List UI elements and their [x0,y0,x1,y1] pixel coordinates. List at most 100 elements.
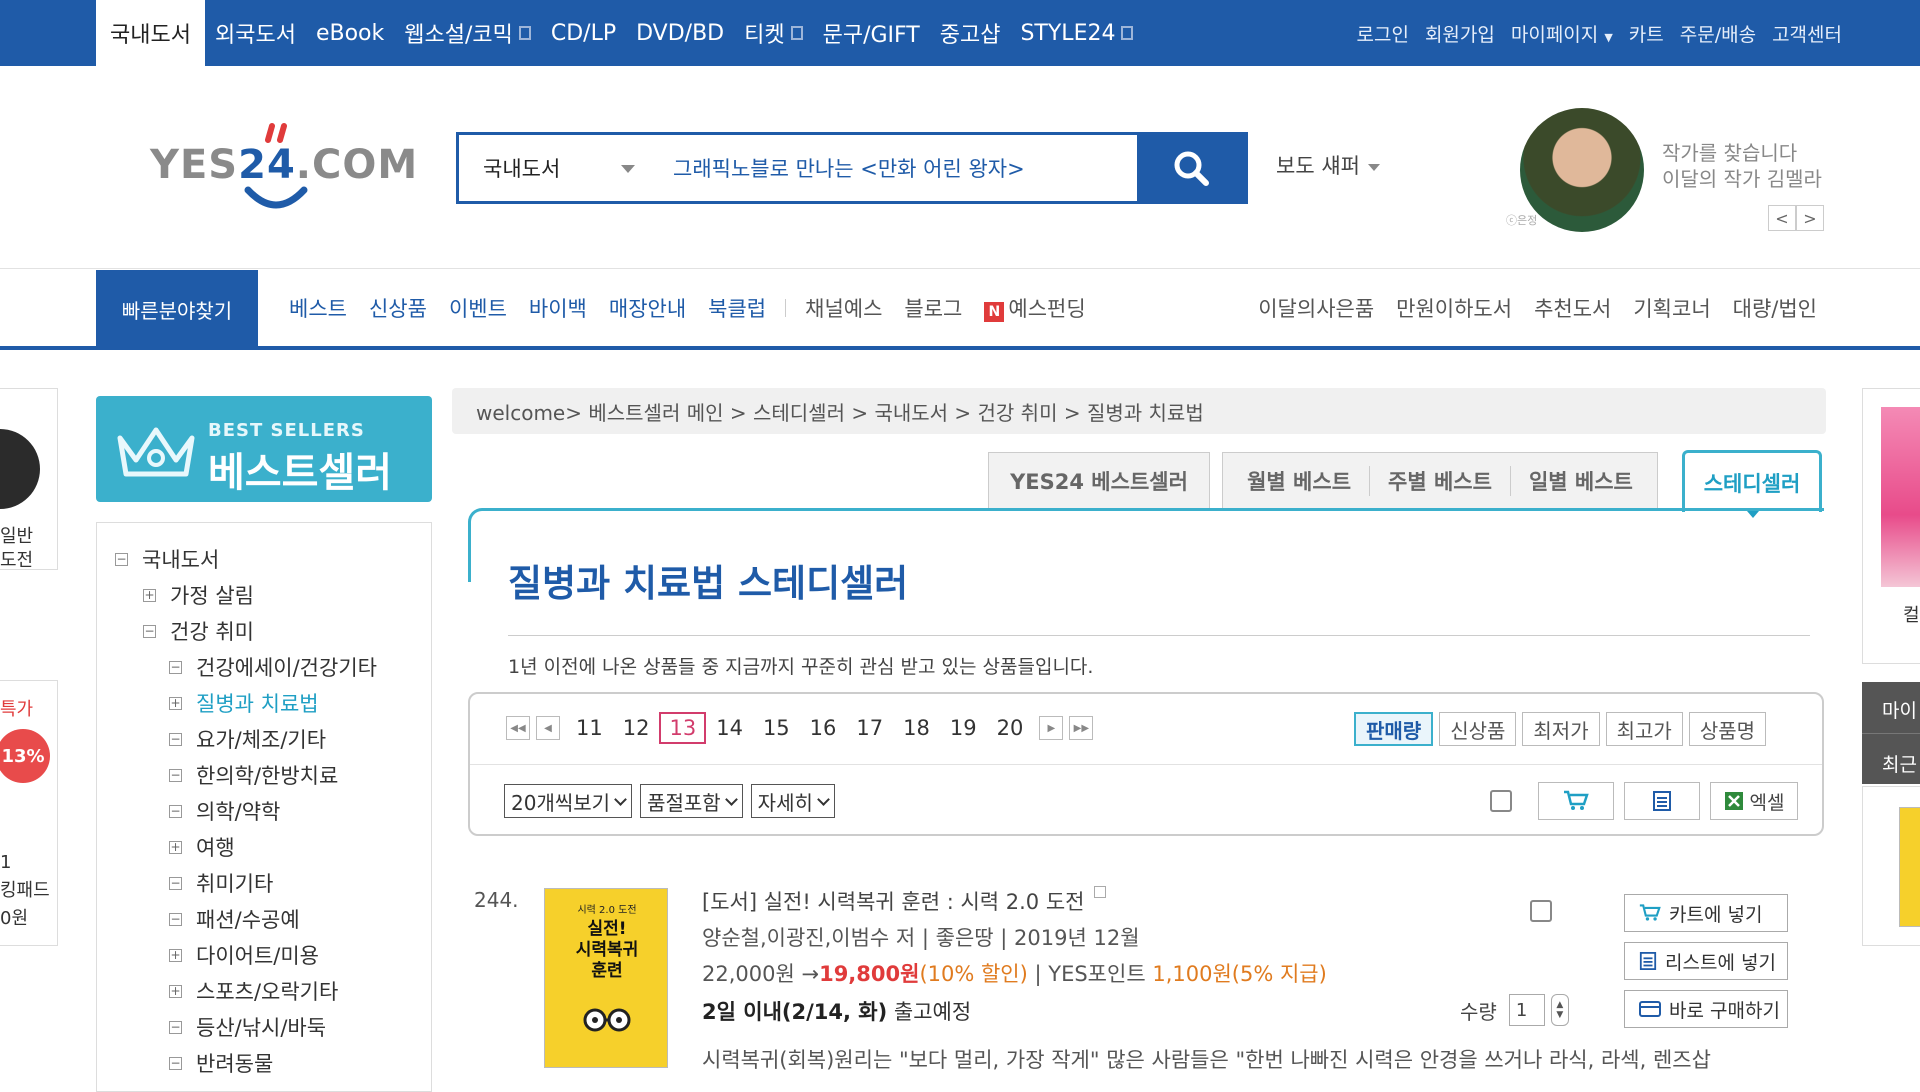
topnav-style24[interactable]: STYLE24 [1010,0,1143,66]
tab-steadyseller[interactable]: 스테디셀러 [1682,450,1822,518]
tree-item[interactable]: − 요가/체조/기타 [97,721,431,757]
tree-item[interactable]: − 건강 취미 [97,613,431,649]
author-photo[interactable] [1520,108,1644,232]
page-link[interactable]: 12 [613,716,660,740]
sort-name[interactable]: 상품명 [1688,712,1767,746]
select-all-checkbox[interactable] [1490,790,1512,812]
collapse-icon[interactable]: − [169,912,182,926]
expand-icon[interactable]: + [169,840,182,854]
nav-bulk[interactable]: 대량/법인 [1722,293,1828,323]
prev-page-icon[interactable]: ◀ [536,716,560,740]
add-to-cart-button[interactable]: 카트에 넣기 [1624,894,1788,932]
nav-new[interactable]: 신상품 [358,293,438,323]
view-mode-select[interactable]: 자세히 [750,784,835,818]
nav-store[interactable]: 매장안내 [598,293,697,323]
nav-blog[interactable]: 블로그 [893,293,973,323]
right-side-ad[interactable]: 컬 [1862,388,1920,664]
page-link[interactable]: 14 [706,716,753,740]
breadcrumb[interactable]: welcome> 베스트셀러 메인 > 스테디셀러 > 국내도서 > 건강 취미… [452,388,1826,434]
login-link[interactable]: 로그인 [1348,20,1416,47]
recent-item-thumbnail[interactable] [1899,807,1920,927]
tab-weekly[interactable]: 주별 베스트 [1370,465,1511,496]
sort-lowest-price[interactable]: 최저가 [1522,712,1600,746]
search-category-select[interactable]: 국내도서 [459,135,659,201]
buy-now-button[interactable]: 바로 구매하기 [1624,990,1788,1028]
nav-buyback[interactable]: 바이백 [518,293,598,323]
quick-recent-link[interactable]: 최근 [1882,750,1917,777]
topnav-webnovel[interactable]: 웹소설/코믹 [394,0,541,66]
collapse-icon[interactable]: − [169,660,182,674]
collapse-icon[interactable]: − [115,552,128,566]
topnav-gift[interactable]: 문구/GIFT [813,0,930,66]
spin-up-icon[interactable]: ▲ [1556,1000,1563,1010]
nav-channel-yes[interactable]: 채널예스 [794,293,893,323]
nav-bookclub[interactable]: 북클럽 [697,293,777,323]
tree-item[interactable]: − 국내도서 [97,541,431,577]
yes24-logo[interactable]: YES24.COM [150,120,417,220]
expand-icon[interactable]: + [169,984,182,998]
page-link[interactable]: 16 [800,716,847,740]
tree-item[interactable]: − 반려동물 [97,1045,431,1081]
search-button[interactable] [1137,135,1245,201]
collapse-icon[interactable]: − [143,624,156,638]
sort-sales[interactable]: 판매량 [1354,712,1434,746]
left-side-ad[interactable]: 일반 도전 [0,388,58,570]
trending-keyword[interactable]: 보도 섀퍼 [1276,150,1380,180]
tree-item[interactable]: − 취미기타 [97,865,431,901]
author-promo[interactable]: 작가를 찾습니다 이달의 작가 김멜라 [1662,140,1822,192]
expand-icon[interactable]: + [143,588,156,602]
tree-item[interactable]: + 여행 [97,829,431,865]
page-link[interactable]: 18 [893,716,940,740]
add-to-list-button[interactable]: 리스트에 넣기 [1624,942,1788,980]
order-link[interactable]: 주문/배송 [1672,20,1764,47]
topnav-foreign-books[interactable]: 외국도서 [205,0,306,66]
sort-highest-price[interactable]: 최고가 [1605,712,1683,746]
collapse-icon[interactable]: − [169,768,182,782]
nav-special[interactable]: 기획코너 [1622,293,1721,323]
quick-category-button[interactable]: 빠른분야찾기 [96,270,258,348]
first-page-icon[interactable]: ◀◀ [506,716,530,740]
add-selected-to-list-button[interactable] [1624,782,1700,820]
page-link[interactable]: 19 [940,716,987,740]
quantity-spinner[interactable]: ▲ ▼ [1550,994,1569,1026]
collapse-icon[interactable]: − [169,876,182,890]
topnav-ebook[interactable]: eBook [306,0,394,66]
topnav-dvdbd[interactable]: DVD/BD [626,0,734,66]
next-page-icon[interactable]: ▶ [1039,716,1064,740]
topnav-ticket[interactable]: 티켓 [734,0,812,66]
topnav-used[interactable]: 중고샵 [930,0,1011,66]
tree-item[interactable]: + 가정 살림 [97,577,431,613]
collapse-icon[interactable]: − [169,804,182,818]
add-selected-to-cart-button[interactable] [1538,782,1614,820]
collapse-icon[interactable]: − [169,732,182,746]
tree-item[interactable]: − 한의학/한방치료 [97,757,431,793]
signup-link[interactable]: 회원가입 [1417,20,1503,47]
page-link[interactable]: 17 [846,716,893,740]
topnav-domestic-books[interactable]: 국내도서 [96,0,205,66]
collapse-icon[interactable]: − [169,1020,182,1034]
page-link[interactable]: 11 [566,716,613,740]
customer-center-link[interactable]: 고객센터 [1764,20,1850,47]
nav-recommended[interactable]: 추천도서 [1523,293,1622,323]
excel-export-button[interactable]: 엑셀 [1710,782,1798,820]
nav-under10k[interactable]: 만원이하도서 [1385,293,1523,323]
tree-item[interactable]: + 다이어트/미용 [97,937,431,973]
nav-best[interactable]: 베스트 [278,293,358,323]
tree-item[interactable]: + 스포츠/오락기타 [97,973,431,1009]
tree-item[interactable]: − 패션/수공예 [97,901,431,937]
sort-new[interactable]: 신상품 [1439,712,1517,746]
left-side-ad-2[interactable]: 특가 13% 1 킹패드 0원 [0,680,58,946]
last-page-icon[interactable]: ▶▶ [1069,716,1094,740]
tree-item[interactable]: − 의학/약학 [97,793,431,829]
nav-gifts[interactable]: 이달의사은품 [1247,293,1385,323]
tree-item[interactable]: − 등산/낚시/바둑 [97,1009,431,1045]
tab-daily[interactable]: 일별 베스트 [1511,466,1651,496]
product-title[interactable]: [도서] 실전! 시력복귀 훈련 : 시력 2.0 도전 [702,886,1107,916]
page-link[interactable]: 15 [753,716,800,740]
quick-my-link[interactable]: 마이 [1882,696,1917,723]
product-checkbox[interactable] [1530,900,1552,922]
bestseller-banner[interactable]: BEST SELLERS 베스트셀러 [96,396,432,502]
expand-icon[interactable]: + [169,948,182,962]
quantity-input[interactable]: 1 [1508,994,1545,1026]
expand-icon[interactable]: + [169,696,182,710]
